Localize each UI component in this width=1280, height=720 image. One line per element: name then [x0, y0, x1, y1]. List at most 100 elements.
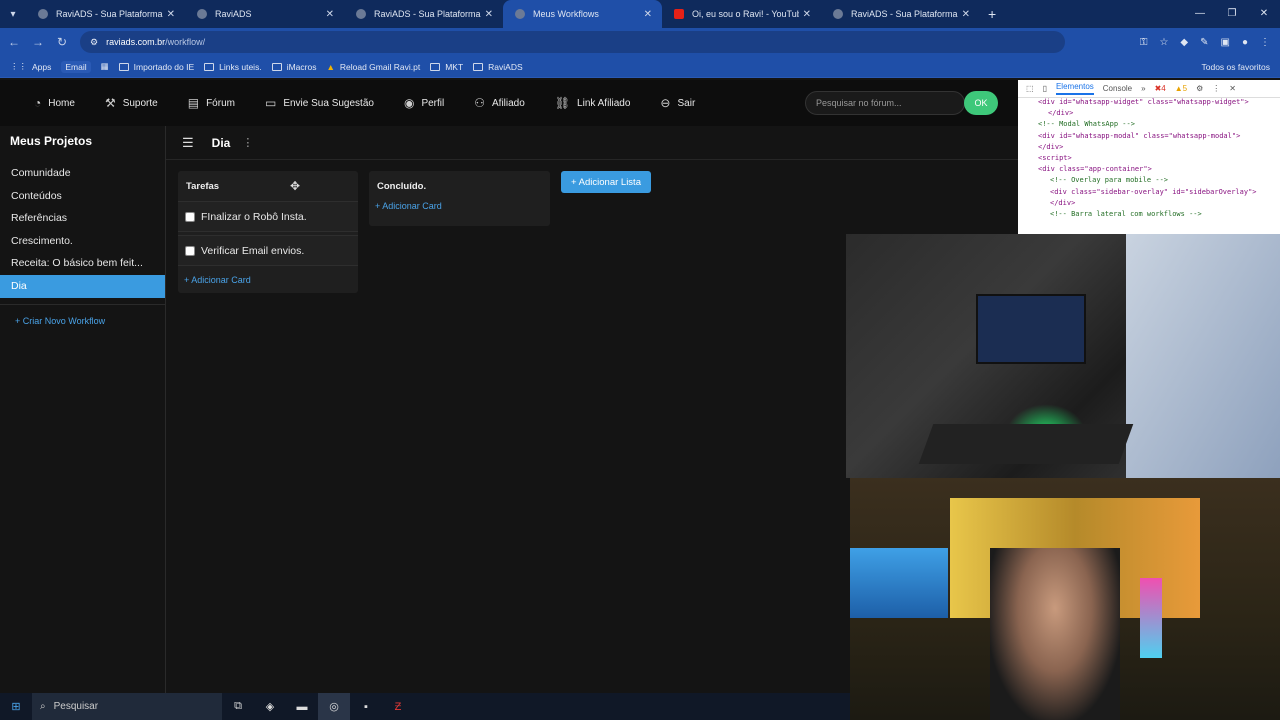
devtools-panel: ⬚ ▯ Elementos Console » ✖4 ▲5 ⚙ ⋮ ✕ <div… [1018, 80, 1280, 234]
close-tab-icon[interactable]: ✕ [326, 9, 334, 20]
dom-node[interactable]: </div> [1018, 143, 1280, 154]
sidebar-item-conteudos[interactable]: Conteúdos [0, 185, 165, 208]
extension-icon[interactable]: ◆ [1180, 37, 1188, 48]
all-bookmarks[interactable]: Todos os favoritos [1201, 56, 1270, 78]
puzzle-icon[interactable]: ▣ [1221, 37, 1230, 48]
bookmark-folder[interactable]: RaviADS [473, 62, 523, 72]
chrome-icon[interactable]: ◎ [318, 693, 350, 720]
nav-support[interactable]: ⚒ Suporte [105, 96, 158, 110]
add-card-link[interactable]: + Adicionar Card [178, 269, 358, 291]
tab-search-icon[interactable]: ▾ [0, 0, 26, 28]
bookmark-email[interactable]: Email [61, 60, 91, 73]
hamburger-menu-icon[interactable]: ☰ [182, 135, 194, 151]
reload-icon[interactable]: ↻ [50, 35, 74, 49]
key-icon[interactable]: ⚿ [1140, 37, 1148, 48]
close-tab-icon[interactable]: ✕ [644, 9, 652, 20]
task-view-icon[interactable]: ⧉ [222, 693, 254, 720]
bookmark-link[interactable]: ▲ Reload Gmail Ravi.pt [326, 62, 420, 72]
profile-avatar-icon[interactable]: ● [1242, 37, 1248, 48]
dom-comment[interactable]: <!-- Barra lateral com workflows --> [1018, 210, 1280, 221]
nav-forum[interactable]: ▤ Fórum [188, 96, 235, 110]
filezilla-icon[interactable]: Ƶ [382, 693, 414, 720]
nav-suggestion[interactable]: ▭ Envie Sua Sugestão [265, 96, 374, 110]
browser-tab[interactable]: RaviADS ✕ [185, 0, 344, 28]
menu-dots-icon[interactable]: ⋮ [1260, 37, 1270, 48]
browser-tab[interactable]: RaviADS - Sua Plataforma Comp✕ [344, 0, 503, 28]
bookmark-apps[interactable]: ⋮⋮ Apps [10, 61, 51, 72]
sidebar-item-crescimento[interactable]: Crescimento. [0, 230, 165, 253]
dom-node[interactable]: <div id="whatsapp-widget" class="whatsap… [1018, 98, 1280, 109]
bookmark-folder[interactable]: iMacros [271, 62, 316, 72]
devtools-tab-console[interactable]: Console [1103, 84, 1132, 93]
bookmark-folder[interactable]: Links uteis. [204, 62, 262, 72]
sidebar-item-dia[interactable]: Dia [0, 274, 165, 298]
task-checkbox[interactable] [185, 211, 195, 222]
error-count[interactable]: ✖4 [1155, 84, 1166, 93]
settings-gear-icon[interactable]: ⚙ [1196, 84, 1203, 93]
url-field[interactable]: ⚙ raviads.com.br/workflow/ [80, 31, 1065, 53]
sidebar-item-receita[interactable]: Receita: O básico bem feit... [0, 252, 165, 275]
dom-comment[interactable]: <!-- Modal WhatsApp --> [1018, 120, 1280, 131]
dom-node[interactable]: </div> [1018, 109, 1280, 120]
maximize-icon[interactable]: ❐ [1216, 0, 1248, 28]
task-checkbox[interactable] [185, 245, 195, 256]
browser-tab-active[interactable]: Meus Workflows ✕ [503, 0, 662, 28]
nav-home[interactable]: ◔ Home [34, 96, 75, 110]
bookmark-grid[interactable]: ▦ [101, 61, 109, 72]
devtools-menu-icon[interactable]: ⋮ [1212, 84, 1220, 93]
close-tab-icon[interactable]: ✕ [485, 9, 493, 20]
close-tab-icon[interactable]: ✕ [803, 9, 811, 20]
add-card-link[interactable]: + Adicionar Card [369, 201, 550, 217]
device-icon[interactable]: ▯ [1043, 84, 1047, 93]
site-info-icon[interactable]: ⚙ [90, 37, 98, 48]
nav-logout[interactable]: ⊖ Sair [660, 96, 695, 110]
close-window-icon[interactable]: ✕ [1248, 0, 1280, 28]
forum-search-input[interactable] [805, 91, 965, 115]
minimize-icon[interactable]: — [1184, 0, 1216, 28]
task-card[interactable]: FInalizar o Robô Insta. [178, 201, 358, 232]
forward-icon[interactable]: → [26, 35, 50, 49]
browser-tab[interactable]: RaviADS - Sua Plataforma Comp✕ [26, 0, 185, 28]
new-tab-button[interactable]: + [988, 6, 996, 22]
taskbar-search[interactable]: ⌕ Pesquisar [32, 693, 222, 720]
nav-affiliate-link[interactable]: ⛓ Link Afiliado [555, 96, 631, 110]
dom-node[interactable]: <div class="app-container"> [1018, 165, 1280, 176]
list-title[interactable]: Tarefas [178, 171, 358, 201]
list-title[interactable]: Concluído. [369, 171, 550, 201]
browser-tab[interactable]: RaviADS - Sua Plataforma Comp✕ [821, 0, 980, 28]
sidebar-item-comunidade[interactable]: Comunidade [0, 162, 165, 185]
bookmark-folder[interactable]: MKT [430, 62, 463, 72]
close-tab-icon[interactable]: ✕ [167, 9, 175, 20]
dom-node[interactable]: </div> [1018, 199, 1280, 210]
dashboard-icon: ◔ [34, 96, 42, 110]
inspect-icon[interactable]: ⬚ [1026, 84, 1034, 93]
start-windows-icon[interactable]: ⊞ [0, 700, 32, 713]
dom-node[interactable]: <div id="whatsapp-modal" class="whatsapp… [1018, 132, 1280, 143]
dom-node[interactable]: <div class="sidebar-overlay" id="sidebar… [1018, 188, 1280, 199]
search-ok-button[interactable]: OK [964, 91, 998, 115]
browser-tab[interactable]: Oi, eu sou o Ravi! - YouTube ✕ [662, 0, 821, 28]
devtools-tab-elements[interactable]: Elementos [1055, 82, 1094, 95]
bookmark-star-icon[interactable]: ☆ [1159, 37, 1168, 48]
task-card[interactable]: Verificar Email envios. [178, 235, 358, 266]
nav-profile[interactable]: ◉ Perfil [404, 96, 444, 110]
close-devtools-icon[interactable]: ✕ [1229, 84, 1236, 93]
monitor-shape [1126, 234, 1280, 478]
sidebar-item-referencias[interactable]: Referências [0, 207, 165, 230]
copilot-icon[interactable]: ◈ [254, 693, 286, 720]
warning-count[interactable]: ▲5 [1175, 84, 1187, 93]
more-tabs-icon[interactable]: » [1141, 84, 1145, 93]
file-explorer-icon[interactable]: ▬ [286, 693, 318, 720]
nav-affiliate[interactable]: ⚇ Afiliado [474, 96, 525, 110]
pen-icon[interactable]: ✎ [1200, 37, 1208, 48]
devtools-toolbar: ⬚ ▯ Elementos Console » ✖4 ▲5 ⚙ ⋮ ✕ [1018, 80, 1280, 98]
board-options-icon[interactable]: ⋮ [242, 136, 253, 149]
add-list-button[interactable]: + Adicionar Lista [561, 171, 651, 193]
terminal-icon[interactable]: ▪ [350, 693, 382, 720]
bookmark-folder[interactable]: Importado do IE [118, 62, 194, 72]
dom-node[interactable]: <script> [1018, 154, 1280, 165]
dom-comment[interactable]: <!-- Overlay para mobile --> [1018, 176, 1280, 187]
back-icon[interactable]: ← [2, 35, 26, 49]
create-workflow-link[interactable]: + Criar Novo Workflow [0, 316, 165, 326]
close-tab-icon[interactable]: ✕ [962, 9, 970, 20]
